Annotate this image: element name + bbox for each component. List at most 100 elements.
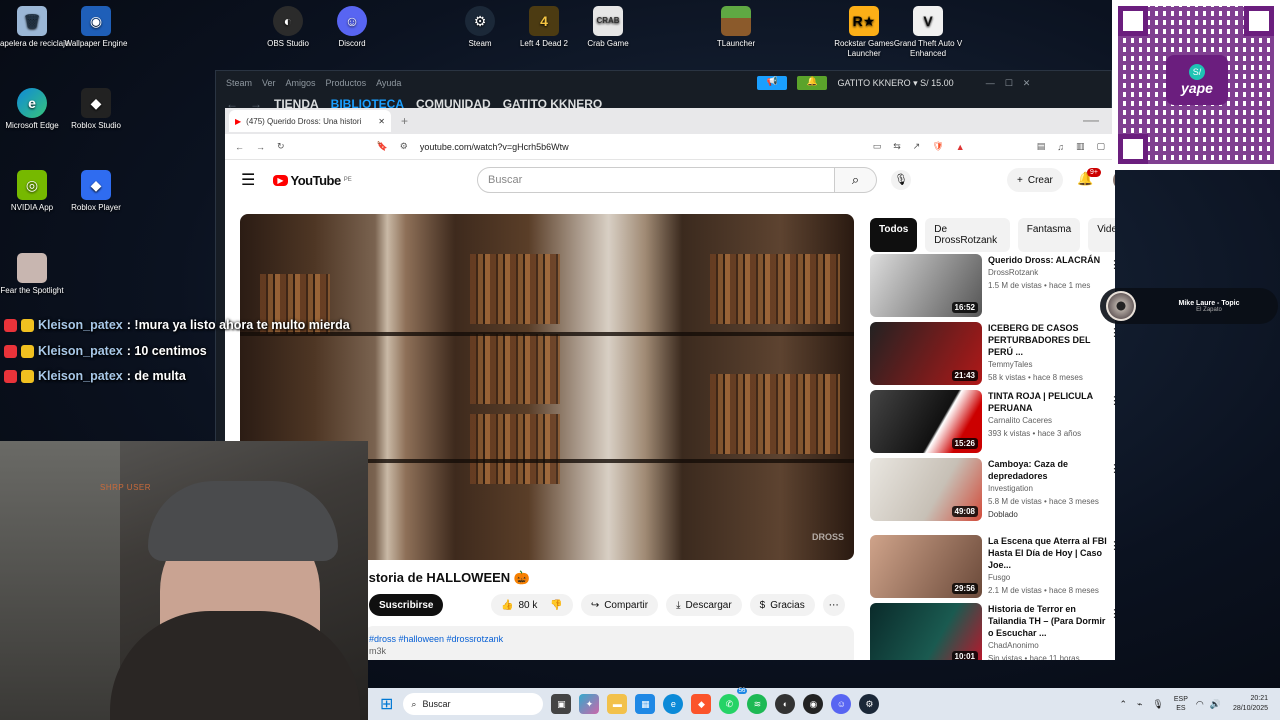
gta-shortcut[interactable]: V Grand Theft Auto V Enhanced — [890, 6, 966, 59]
crab-game-icon: CRAB — [593, 6, 623, 36]
cast-icon[interactable]: ▭ — [873, 141, 882, 152]
recommendation-item[interactable]: 29:56 La Escena que Aterra al FBI Hasta … — [870, 535, 1115, 599]
qr-finder — [1244, 6, 1274, 36]
reader-icon[interactable]: ▤ — [1037, 141, 1046, 152]
bookmark-icon[interactable]: 🔖 — [377, 141, 388, 152]
chat-badge-icon — [4, 318, 17, 332]
fear-the-spotlight-shortcut[interactable]: Fear the Spotlight — [0, 253, 70, 296]
more-vert-icon[interactable]: ⋮ — [1109, 462, 1115, 475]
chip-video[interactable]: Video — [1088, 218, 1115, 252]
steam-taskbar-icon[interactable]: ⚙ — [859, 694, 880, 714]
like-button[interactable]: 👍 80 k 👎 — [491, 594, 573, 616]
tray-chevron-icon[interactable]: ⌃ — [1119, 699, 1127, 710]
forward-icon[interactable]: → — [256, 142, 265, 152]
more-vert-icon[interactable]: ⋮ — [1109, 607, 1115, 620]
obs-taskbar-icon[interactable]: ◐ — [775, 694, 796, 714]
dubbed-badge: Doblado — [988, 510, 1018, 519]
steam-menu-amigos[interactable]: Amigos — [286, 78, 316, 88]
chip-fantasma[interactable]: Fantasma — [1017, 218, 1081, 252]
tab-close-icon[interactable]: ✕ — [378, 117, 385, 126]
chip-dross[interactable]: De DrossRotzank — [925, 218, 1010, 252]
copilot-icon[interactable]: ✦ — [579, 694, 600, 714]
thumbs-down-icon[interactable]: 👎 — [550, 600, 562, 611]
mic-icon[interactable]: 🎙 — [891, 170, 911, 190]
share-button[interactable]: ↪ Compartir — [580, 594, 659, 616]
steam-menu-steam[interactable]: Steam — [226, 78, 252, 88]
minimize-icon[interactable]: — — [986, 78, 995, 88]
menu-icon[interactable]: ☰ — [241, 170, 255, 190]
wallpaper-engine-shortcut[interactable]: ◉ Wallpaper Engine — [58, 6, 134, 49]
description-box[interactable]: #dross #halloween #drossrotzank m3k — [365, 626, 854, 660]
roblox-player-icon: ◆ — [81, 170, 111, 200]
volume-icon[interactable]: 🔊 — [1210, 699, 1221, 710]
notification-bell-icon[interactable]: 🔔 — [797, 76, 828, 90]
roblox-studio-shortcut[interactable]: ◆ Roblox Studio — [58, 88, 134, 131]
roblox-player-shortcut[interactable]: ◆ Roblox Player — [58, 170, 134, 213]
music-icon[interactable]: ♫ — [1057, 142, 1064, 152]
url-field[interactable]: youtube.com/watch?v=gHcrh5b6Wtw — [420, 142, 861, 152]
steam-menu-productos[interactable]: Productos — [326, 78, 367, 88]
clock[interactable]: 20:21 28/10/2025 — [1233, 694, 1268, 714]
search-input[interactable]: Buscar — [477, 167, 835, 193]
new-tab-icon[interactable]: + — [401, 114, 408, 128]
close-icon[interactable]: ✕ — [1023, 78, 1031, 89]
search-icon[interactable]: ⌕ — [835, 167, 877, 193]
network-icon[interactable]: ⌁ — [1137, 699, 1142, 710]
bookshelf-graphic — [470, 414, 560, 484]
mic-tray-icon[interactable]: 🎙 — [1152, 699, 1163, 710]
tab-youtube[interactable]: ▶ (475) Querido Dross: Una histori ✕ — [229, 110, 391, 132]
tlauncher-shortcut[interactable]: TLauncher — [698, 6, 774, 49]
steam-menu-ayuda[interactable]: Ayuda — [376, 78, 401, 88]
discord-taskbar-icon[interactable]: ☺ — [831, 694, 852, 714]
translate-icon[interactable]: ⇆ — [893, 141, 901, 152]
brave-shield-icon[interactable]: 🛡 — [932, 141, 943, 152]
back-icon[interactable]: ← — [235, 142, 244, 152]
chip-all[interactable]: Todos — [870, 218, 918, 252]
channel-watermark: DROSS — [811, 532, 844, 542]
youtube-logo[interactable]: ▶ YouTube PE — [273, 173, 352, 188]
recommendation-item[interactable]: 16:52 Querido Dross: ALACRÁN DrossRotzan… — [870, 254, 1115, 318]
more-horiz-icon[interactable]: ⋯ — [822, 594, 845, 616]
windows-start-icon[interactable]: ⊞ — [380, 694, 393, 714]
sidebar-icon[interactable]: ▥ — [1076, 141, 1085, 152]
download-button[interactable]: ⤓ Descargar — [666, 594, 742, 616]
rewards-icon[interactable]: ▲ — [956, 142, 965, 152]
taskbar-search[interactable]: ⌕ Buscar — [403, 693, 544, 715]
maximize-icon[interactable]: ☐ — [1005, 78, 1013, 89]
language-indicator[interactable]: ESP ES — [1174, 695, 1188, 713]
site-info-icon[interactable]: ⚙ — [400, 141, 408, 152]
share-icon[interactable]: ↗ — [913, 141, 921, 152]
subscribe-button[interactable]: Suscribirse — [369, 594, 444, 616]
thumbs-up-icon: 👍 — [501, 599, 514, 611]
reload-icon[interactable]: ↻ — [277, 141, 285, 152]
thanks-button[interactable]: $ Gracias — [749, 594, 815, 616]
crab-game-shortcut[interactable]: CRAB Crab Game — [570, 6, 646, 49]
recommendation-item[interactable]: 15:26 TINTA ROJA | PELICULA PERUANA Carn… — [870, 390, 1115, 454]
wifi-icon[interactable]: ◠ — [1196, 699, 1204, 710]
recommendation-item[interactable]: 10:01 Historia de Terror en Tailandia TH… — [870, 603, 1115, 660]
spotify-icon[interactable]: ≋ — [747, 694, 768, 714]
wallet-icon[interactable]: ▢ — [1096, 141, 1105, 152]
task-view-icon[interactable]: ▣ — [551, 694, 572, 714]
edge-taskbar-icon[interactable]: e — [663, 694, 684, 714]
brave-icon[interactable]: ◆ — [691, 694, 712, 714]
recommendation-item[interactable]: 49:08 Camboya: Caza de depredadores Inve… — [870, 458, 1115, 522]
window-minimize-icon[interactable]: — — [1083, 112, 1099, 130]
bookshelf-graphic — [710, 374, 840, 454]
steam-menu-ver[interactable]: Ver — [262, 78, 276, 88]
create-button[interactable]: + Crear — [1007, 168, 1063, 192]
rec-channel: DrossRotzank — [988, 268, 1039, 277]
more-vert-icon[interactable]: ⋮ — [1109, 394, 1115, 407]
steam-user-menu[interactable]: GATITO KKNERO ▾ S/ 15.00 — [837, 78, 953, 89]
announcement-icon[interactable]: 📢 — [757, 76, 788, 90]
more-vert-icon[interactable]: ⋮ — [1109, 258, 1115, 271]
whatsapp-icon[interactable]: ✆ 56 — [719, 688, 748, 714]
more-vert-icon[interactable]: ⋮ — [1109, 326, 1115, 339]
recommendation-item[interactable]: 21:43 ICEBERG DE CASOS PERTURBADORES DEL… — [870, 322, 1115, 386]
discord-shortcut[interactable]: ☺ Discord — [314, 6, 390, 49]
file-explorer-icon[interactable]: ▬ — [607, 694, 628, 714]
streamlabs-icon[interactable]: ◉ — [803, 694, 824, 714]
now-playing-widget[interactable]: Mike Laure - Topic El Zapato — [1100, 288, 1278, 324]
more-vert-icon[interactable]: ⋮ — [1109, 539, 1115, 552]
store-icon[interactable]: ▦ — [635, 694, 656, 714]
